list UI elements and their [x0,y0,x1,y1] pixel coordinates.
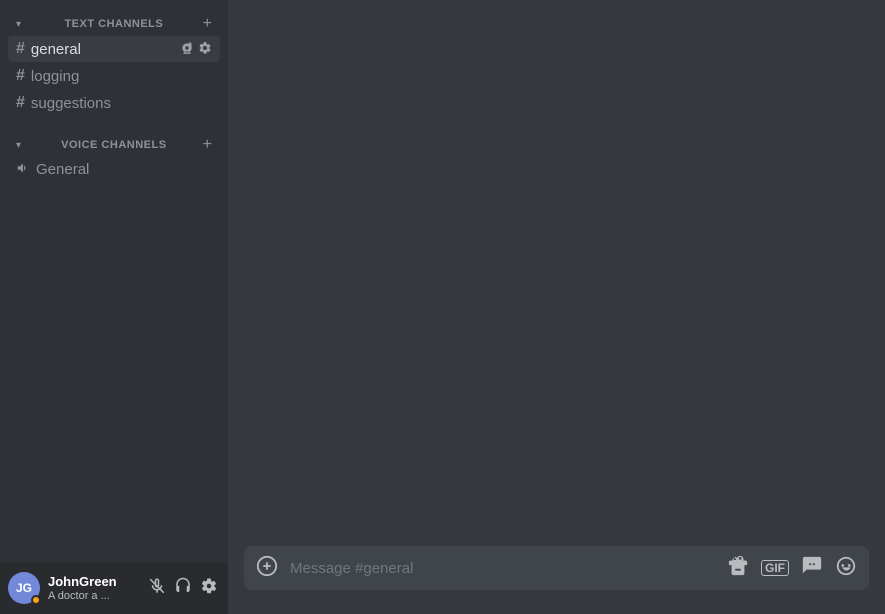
main-content: GIF [228,0,885,614]
text-channels-label: TEXT CHANNELS [64,18,163,30]
channel-item-suggestions[interactable]: # suggestions [8,90,220,116]
text-channels-section: ▾ TEXT CHANNELS + # general [0,0,228,121]
avatar-initials: JG [16,581,32,595]
user-status-text: A doctor a ... [48,590,146,602]
voice-channel-name-general: General [36,161,89,178]
add-content-button[interactable] [256,555,278,581]
channel-name-logging: logging [31,68,212,85]
voice-channel-item-general[interactable]: General [8,157,220,182]
text-channels-caret: ▾ [16,19,21,30]
sidebar: ▾ TEXT CHANNELS + # general [0,0,228,614]
message-bar: GIF [228,546,885,614]
voice-channels-section: ▾ VOICE CHANNELS + General [0,121,228,187]
user-info: JohnGreen A doctor a ... [48,574,146,602]
emoji-button[interactable] [835,555,857,581]
message-area [228,0,885,546]
speaker-icon [16,161,30,178]
message-input[interactable] [290,560,719,577]
user-settings-button[interactable] [198,575,220,602]
add-voice-channel-button[interactable]: + [203,137,212,153]
gift-button[interactable] [727,555,749,581]
voice-channels-header[interactable]: ▾ VOICE CHANNELS + [8,137,220,153]
user-controls [146,575,220,602]
channel-name-suggestions: suggestions [31,95,212,112]
channel-item-general[interactable]: # general [8,36,220,62]
add-text-channel-button[interactable]: + [203,16,212,32]
avatar: JG [8,572,40,604]
hash-icon-general: # [16,40,25,58]
channel-name-general: general [31,41,180,58]
gif-button[interactable]: GIF [761,560,789,576]
sticker-button[interactable] [801,555,823,581]
settings-icon-general[interactable] [198,41,212,58]
message-input-container: GIF [244,546,869,590]
deafen-button[interactable] [172,575,194,602]
input-actions: GIF [727,555,857,581]
user-area: JG JohnGreen A doctor a ... [0,562,228,614]
voice-channels-caret: ▾ [16,140,21,151]
hash-icon-suggestions: # [16,94,25,112]
voice-channels-label: VOICE CHANNELS [61,139,166,151]
username: JohnGreen [48,574,146,590]
channel-item-logging[interactable]: # logging [8,63,220,89]
mute-button[interactable] [146,575,168,602]
channel-actions-general [180,41,212,58]
invite-icon-general[interactable] [180,41,194,58]
hash-icon-logging: # [16,67,25,85]
user-status-dot [31,595,41,605]
text-channels-header[interactable]: ▾ TEXT CHANNELS + [8,16,220,32]
